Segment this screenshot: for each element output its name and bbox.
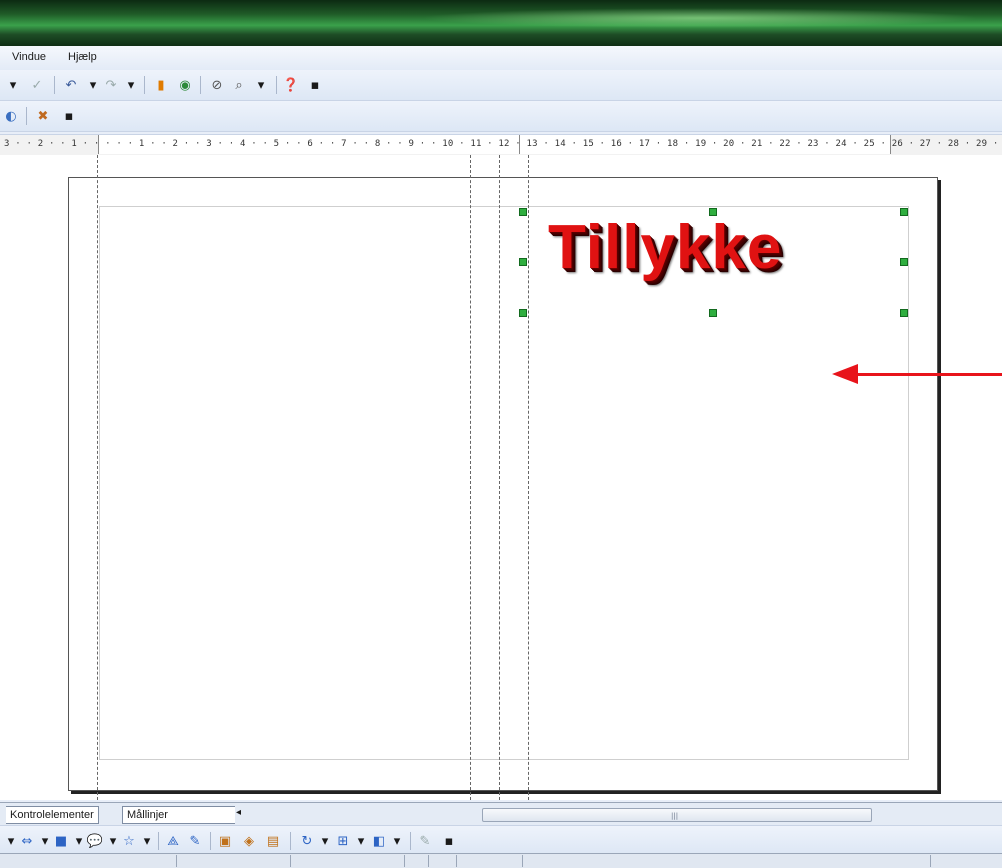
- status-layout: [522, 855, 606, 867]
- menu-item-window[interactable]: Vindue: [12, 51, 46, 63]
- toolbar-more-icon[interactable]: ▪: [60, 107, 78, 125]
- guide-line[interactable]: [97, 155, 98, 805]
- layer-tabs-bar: Kontrolelementer Mållinjer ◂ |||: [0, 802, 1002, 825]
- star-icon[interactable]: ☆: [120, 832, 138, 850]
- redo-dropdown-icon[interactable]: ▾: [122, 76, 140, 94]
- toolbar-separator: [200, 76, 201, 94]
- selection-handle[interactable]: [900, 208, 908, 216]
- status-position: [176, 855, 290, 867]
- toolbar-separator: [158, 832, 159, 850]
- status-page: [456, 855, 522, 867]
- annotation-arrow-shaft: [856, 373, 1002, 376]
- selection-handle[interactable]: [900, 258, 908, 266]
- standard-toolbar: ▾ ✓ ↶ ▾ ↷ ▾ ▮ ◉ ⊘ ⌕ ▾ ❓ ▪: [0, 70, 1002, 101]
- fontwork-gallery-icon[interactable]: ▤: [264, 832, 282, 850]
- toolbar-separator: [210, 832, 211, 850]
- ruler-scale: 3 · · 2 · · 1 · · · · · 1 · · 2 · · 3 · …: [4, 139, 1002, 149]
- gallery-icon[interactable]: ◈: [240, 832, 258, 850]
- redo-icon[interactable]: ↷: [102, 76, 120, 94]
- star-dropdown-icon[interactable]: ▾: [138, 832, 156, 850]
- menu-bar: Vindue Hjælp: [0, 46, 1002, 71]
- toolbar-separator: [290, 832, 291, 850]
- page[interactable]: [68, 177, 938, 791]
- arrange-dropdown-icon[interactable]: ▾: [388, 832, 406, 850]
- zoom-dropdown-icon[interactable]: ▾: [252, 76, 270, 94]
- selection-handle[interactable]: [900, 309, 908, 317]
- tab-controls[interactable]: Kontrolelementer: [6, 806, 99, 824]
- status-modified: [404, 855, 428, 867]
- undo-icon[interactable]: ↶: [62, 76, 80, 94]
- window-title-bar: [0, 0, 1002, 46]
- from-file-icon[interactable]: ▣: [216, 832, 234, 850]
- scrollbar-grip-icon[interactable]: |||: [671, 812, 678, 820]
- drawing-toolbar: ▾ ⇔ ▾ ■ ▾ 💬 ▾ ☆ ▾ ⟁ ✎ ▣ ◈ ▤ ↻ ▾ ⊞ ▾ ◧ ▾ …: [0, 825, 1002, 854]
- selection-handle[interactable]: [519, 309, 527, 317]
- extrusion-icon[interactable]: ✎: [416, 832, 434, 850]
- horizontal-ruler[interactable]: 3 · · 2 · · 1 · · · · · 1 · · 2 · · 3 · …: [0, 134, 1002, 156]
- gallery-icon[interactable]: ⊘: [208, 76, 226, 94]
- toolbar-more-icon[interactable]: ▪: [306, 76, 324, 94]
- toolbar-separator: [144, 76, 145, 94]
- rectangle-icon[interactable]: ■: [52, 832, 70, 850]
- undo-dropdown-icon[interactable]: ▾: [84, 76, 102, 94]
- toolbar-separator: [54, 76, 55, 94]
- toolbar-separator: [276, 76, 277, 94]
- tabs-scroll-left-icon[interactable]: ◂: [236, 807, 241, 818]
- align-dropdown-icon[interactable]: ▾: [352, 832, 370, 850]
- tab-guides[interactable]: Mållinjer: [122, 806, 235, 824]
- chart-icon[interactable]: ▮: [152, 76, 170, 94]
- rotate-dropdown-icon[interactable]: ▾: [316, 832, 334, 850]
- pen-icon[interactable]: ✎: [186, 832, 204, 850]
- guide-line[interactable]: [470, 155, 471, 805]
- status-size: [290, 855, 404, 867]
- selection-handle[interactable]: [519, 258, 527, 266]
- dropdown-arrow-icon[interactable]: ▾: [4, 76, 22, 94]
- toolbar-more-icon[interactable]: ▪: [440, 832, 458, 850]
- points-icon[interactable]: ⟁: [164, 832, 182, 850]
- page-margin-frame: [99, 206, 909, 760]
- guide-line[interactable]: [499, 155, 500, 805]
- rotate-icon[interactable]: ↻: [298, 832, 316, 850]
- status-signature: [428, 855, 456, 867]
- menu-item-help[interactable]: Hjælp: [68, 51, 97, 63]
- zoom-icon[interactable]: ⌕: [230, 76, 248, 94]
- fontwork-text-object[interactable]: Tillykke: [548, 212, 782, 283]
- status-bar: [0, 853, 1002, 868]
- selection-handle[interactable]: [519, 208, 527, 216]
- arrange-icon[interactable]: ◧: [370, 832, 388, 850]
- arrows-icon[interactable]: ⇔: [18, 832, 36, 850]
- annotation-arrow-head: [832, 364, 858, 384]
- selection-handle[interactable]: [709, 309, 717, 317]
- horizontal-scrollbar[interactable]: |||: [482, 808, 872, 822]
- guide-line[interactable]: [528, 155, 529, 805]
- spellcheck-icon[interactable]: ✓: [28, 76, 46, 94]
- selection-handle[interactable]: [709, 208, 717, 216]
- align-icon[interactable]: ⊞: [334, 832, 352, 850]
- close-tools-icon[interactable]: ✖: [34, 107, 52, 125]
- help-icon[interactable]: ❓: [282, 76, 300, 94]
- status-zoom[interactable]: [930, 855, 1002, 867]
- toolbar-separator: [410, 832, 411, 850]
- callout-icon[interactable]: 💬: [86, 832, 104, 850]
- fontwork-icon[interactable]: ◐: [2, 107, 20, 125]
- document-canvas[interactable]: [0, 155, 1002, 800]
- secondary-toolbar: ◐ ✖ ▪: [0, 101, 1002, 132]
- toolbar-separator: [26, 107, 27, 125]
- navigator-icon[interactable]: ◉: [176, 76, 194, 94]
